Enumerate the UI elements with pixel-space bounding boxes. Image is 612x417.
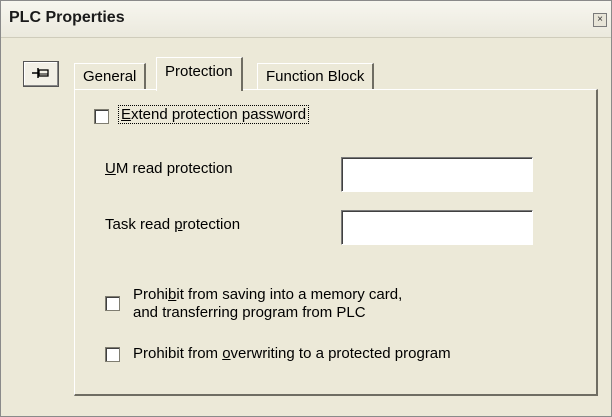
plc-properties-window: PLC Properties × General Protection Func… <box>0 0 612 417</box>
tab-function-block[interactable]: Function Block <box>257 63 375 92</box>
task-read-protection-label: Task read protection <box>105 216 241 233</box>
prohibit-saving-checkbox[interactable] <box>105 296 120 311</box>
tab-general[interactable]: General <box>74 63 147 92</box>
protection-panel: Extend protection password UM read prote… <box>74 89 598 396</box>
close-icon[interactable]: × <box>593 13 607 27</box>
title-bar[interactable]: PLC Properties × <box>1 1 611 38</box>
prohibit-overwrite-checkbox[interactable] <box>105 347 120 362</box>
extend-password-checkbox[interactable] <box>94 109 109 124</box>
um-read-protection-input[interactable] <box>341 157 533 192</box>
pin-icon <box>32 68 49 78</box>
tab-general-label: General <box>83 68 137 85</box>
tab-protection[interactable]: Protection <box>156 57 243 91</box>
pin-button[interactable] <box>23 61 59 87</box>
window-title: PLC Properties <box>9 9 125 26</box>
extend-password-label[interactable]: Extend protection password <box>117 105 310 124</box>
prohibit-overwrite-label[interactable]: Prohibit from overwriting to a protected… <box>133 345 451 362</box>
tab-protection-label: Protection <box>165 63 233 80</box>
prohibit-saving-label-line1[interactable]: Prohibit from saving into a memory card, <box>133 286 402 303</box>
task-read-protection-input[interactable] <box>341 210 533 245</box>
um-read-protection-label: UM read protection <box>105 160 233 177</box>
tab-function-block-label: Function Block <box>266 68 365 85</box>
prohibit-saving-label-line2[interactable]: and transferring program from PLC <box>133 304 366 321</box>
